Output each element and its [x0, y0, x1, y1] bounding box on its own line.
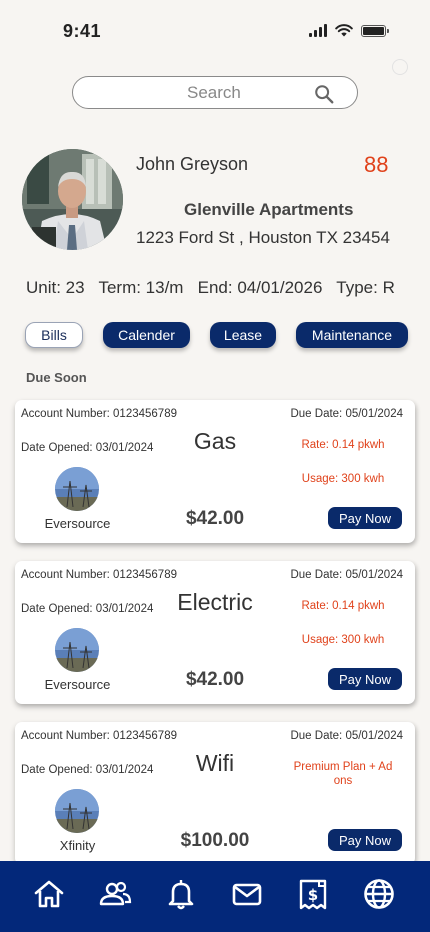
tenant-name: John Greyson: [136, 154, 249, 174]
bell-icon: [168, 880, 194, 910]
pay-now-button[interactable]: Pay Now: [328, 668, 402, 690]
svg-text:$: $: [308, 886, 318, 904]
property-address: 1223 Ford St , Houston TX 23454: [136, 228, 390, 247]
bottom-nav: $: [0, 861, 430, 932]
plan-text: Premium Plan + Ad ons: [293, 761, 393, 787]
pay-now-button[interactable]: Pay Now: [328, 507, 402, 529]
due-date: Due Date: 05/01/2024: [290, 730, 403, 742]
account-number: Account Number: 0123456789: [21, 730, 177, 742]
mail-icon: [232, 883, 262, 906]
provider-logo: [55, 628, 99, 672]
nav-notifications[interactable]: [164, 877, 198, 911]
globe-icon: [364, 879, 394, 909]
people-icon: [99, 881, 132, 906]
search-icon[interactable]: [313, 83, 335, 105]
nav-web[interactable]: [362, 877, 396, 911]
bill-card-wifi[interactable]: Account Number: 0123456789 Due Date: 05/…: [15, 722, 415, 865]
tab-bills[interactable]: Bills: [25, 322, 83, 348]
cellular-signal-icon: [309, 24, 327, 37]
status-bar: 9:41: [0, 0, 430, 60]
bill-card-electric[interactable]: Account Number: 0123456789 Due Date: 05/…: [15, 561, 415, 704]
home-icon: [34, 880, 64, 908]
tab-calender[interactable]: Calender: [103, 322, 190, 348]
lease-summary: Unit: 23 Term: 13/m End: 04/01/2026 Type…: [26, 278, 395, 297]
provider-name: Eversource: [44, 677, 111, 692]
provider-logo: [55, 789, 99, 833]
tab-lease[interactable]: Lease: [210, 322, 276, 348]
due-soon-heading: Due Soon: [26, 370, 87, 385]
pay-now-button[interactable]: Pay Now: [328, 829, 402, 851]
due-date: Due Date: 05/01/2024: [290, 408, 403, 420]
provider-name: Xfinity: [59, 838, 96, 853]
bill-icon: $: [299, 879, 327, 910]
property-name: Glenville Apartments: [184, 200, 354, 219]
bill-card-gas[interactable]: Account Number: 0123456789 Due Date: 05/…: [15, 400, 415, 543]
nav-people[interactable]: [98, 877, 132, 911]
rate-text: Rate: 0.14 pkwh: [301, 439, 385, 451]
status-time: 9:41: [63, 21, 102, 41]
provider-logo: [55, 467, 99, 511]
rate-text: Rate: 0.14 pkwh: [301, 600, 385, 612]
usage-text: Usage: 300 kwh: [301, 634, 385, 646]
nav-bills[interactable]: $: [296, 877, 330, 911]
wifi-icon: [335, 24, 353, 37]
date-opened: Date Opened: 03/01/2024: [21, 442, 154, 454]
search-input[interactable]: Search: [72, 76, 358, 109]
avatar[interactable]: [22, 149, 123, 250]
battery-icon: [361, 24, 389, 37]
account-number: Account Number: 0123456789: [21, 569, 177, 581]
due-date: Due Date: 05/01/2024: [290, 569, 403, 581]
nav-messages[interactable]: [230, 877, 264, 911]
date-opened: Date Opened: 03/01/2024: [21, 764, 154, 776]
nav-home[interactable]: [32, 877, 66, 911]
settings-dot-icon[interactable]: [392, 59, 408, 75]
account-number: Account Number: 0123456789: [21, 408, 177, 420]
usage-text: Usage: 300 kwh: [301, 473, 385, 485]
provider-name: Eversource: [44, 516, 111, 531]
tab-maintenance[interactable]: Maintenance: [296, 322, 408, 348]
search-placeholder: Search: [187, 83, 241, 102]
date-opened: Date Opened: 03/01/2024: [21, 603, 154, 615]
status-icons: [309, 24, 389, 37]
tenant-score: 88: [364, 152, 389, 177]
